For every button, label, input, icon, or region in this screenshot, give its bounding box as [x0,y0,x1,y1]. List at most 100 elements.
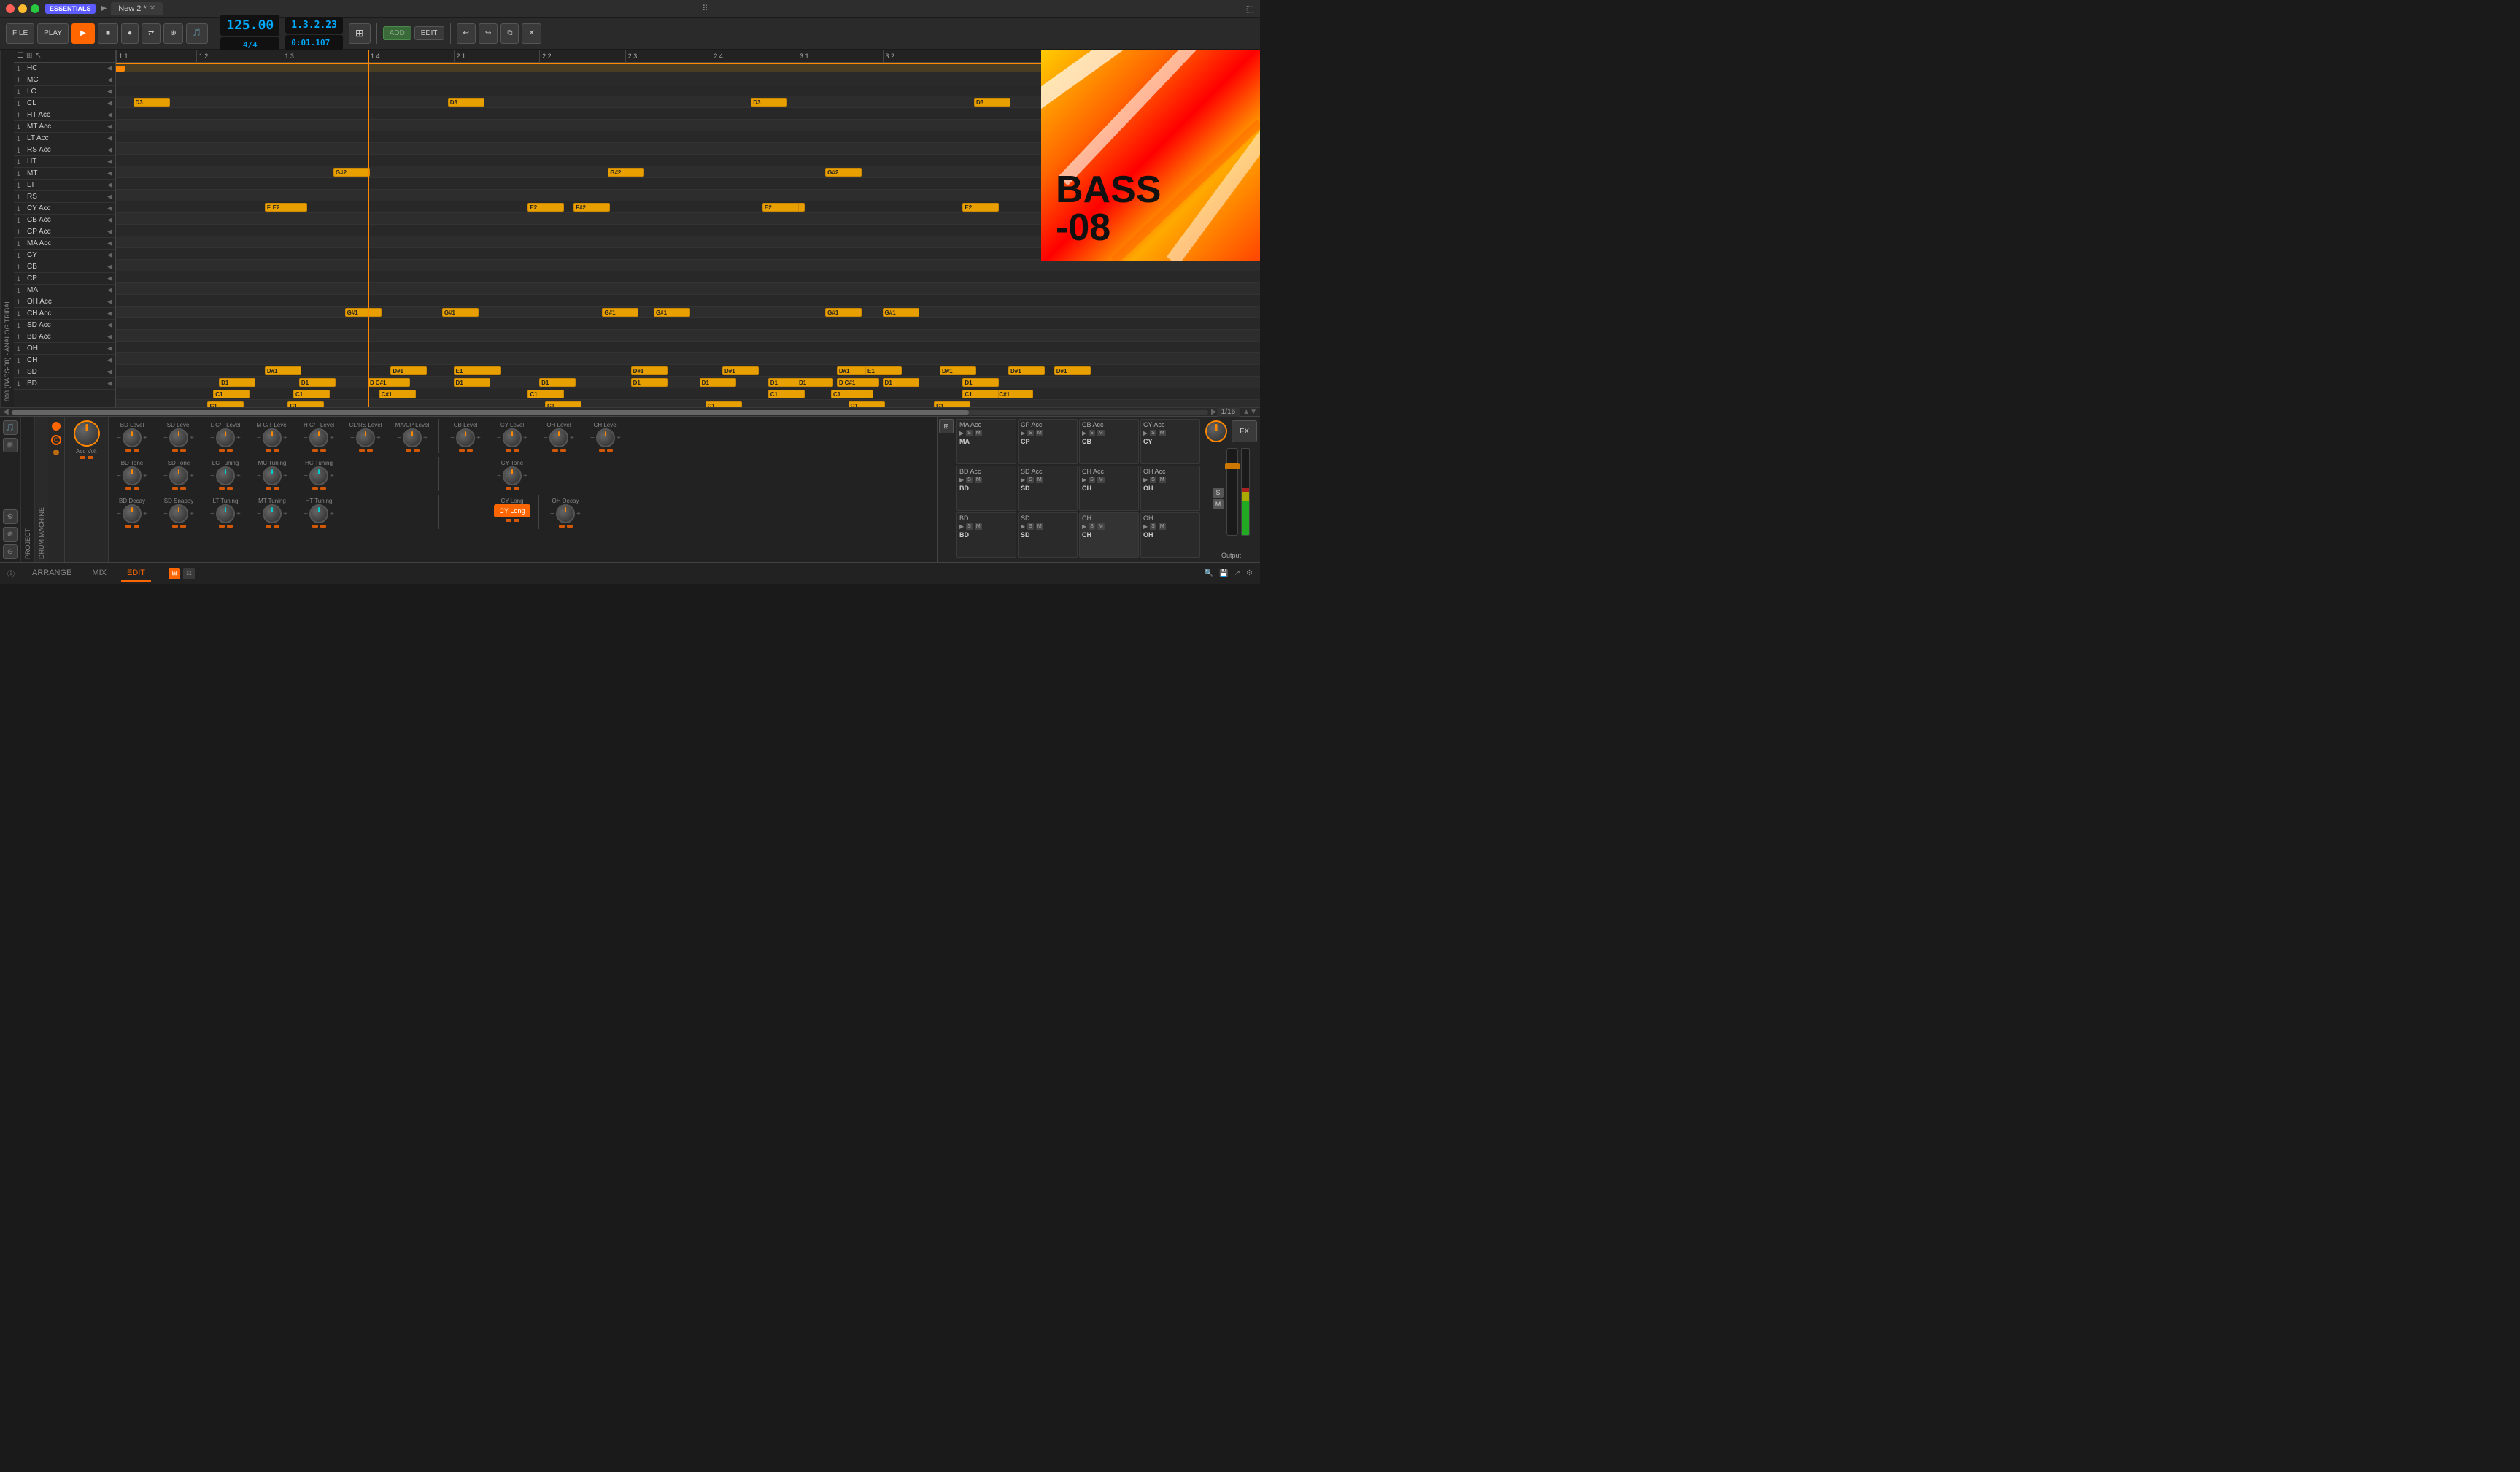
scroll-right-icon[interactable]: ▶ [1211,408,1217,416]
scrollbar-track[interactable] [12,410,1208,415]
bd-acc-m[interactable]: M [975,477,982,483]
mct-level-knob[interactable] [263,428,282,447]
note-block[interactable]: E2 [271,203,307,212]
ma-acc-play[interactable]: ▶ [959,430,964,436]
sd-m[interactable]: M [1036,523,1043,530]
info-icon[interactable]: ⓘ [7,568,15,579]
mt-tuning-knob[interactable] [263,504,282,523]
note-block[interactable]: G#1 [345,308,382,317]
play-button[interactable]: ▶ [71,23,95,44]
hct-level-knob[interactable] [309,428,328,447]
note-block[interactable]: C1 [527,390,564,398]
bd-acc-s[interactable]: S [966,477,973,483]
bpm-display[interactable]: 125.00 [220,15,279,36]
track-row-sd[interactable]: C1C1C#1C1C#1C1C1C#1C1 [116,388,1260,400]
cb-acc-m[interactable]: M [1097,430,1105,436]
quantize-down-icon[interactable]: ▼ [1250,408,1257,416]
note-block[interactable]: D#1 [631,366,668,375]
save-icon[interactable]: 💾 [1219,569,1228,577]
clrs-level-knob[interactable] [356,428,375,447]
settings-icon[interactable]: ⚙ [3,509,18,524]
delete-button[interactable]: ✕ [522,23,541,44]
sd-acc-m[interactable]: M [1036,477,1043,483]
oh-s[interactable]: S [1150,523,1156,530]
bd-play[interactable]: ▶ [959,523,964,530]
sd-tone-knob[interactable] [169,466,188,485]
file-button[interactable]: FILE [6,23,34,44]
fx-button[interactable]: FX [1232,420,1257,442]
oh-decay-knob[interactable] [556,504,575,523]
cb-acc-play[interactable]: ▶ [1082,430,1086,436]
active-tab[interactable]: New 2 * ✕ [111,2,163,15]
track-row-cp[interactable] [116,295,1260,307]
note-block[interactable]: G#1 [442,308,479,317]
power-button[interactable]: ⏻ [51,435,61,445]
note-block[interactable]: E1 [865,366,902,375]
note-block[interactable]: D#1 [265,366,301,375]
overdub-button[interactable]: ⊕ [163,23,182,44]
track-row-ma[interactable]: G#1G#1G#1G#1G#1G#1 [116,307,1260,318]
note-block[interactable]: D3 [751,98,787,107]
track-row-cb[interactable] [116,283,1260,295]
lct-level-knob[interactable] [216,428,235,447]
cy-long-button[interactable]: CY Long [494,504,531,517]
oh-m[interactable]: M [1159,523,1166,530]
browser-icon[interactable]: ⊞ [3,438,18,452]
lt-tuning-knob[interactable] [216,504,235,523]
note-block[interactable]: G#1 [602,308,638,317]
track-row-oh[interactable]: D#1D#1D#1E1D#1D#1D#1D#1D#1E1D#1 [116,365,1260,377]
track-row-ch-acc[interactable] [116,330,1260,342]
bd-m[interactable]: M [975,523,982,530]
cy-tone-knob[interactable] [503,466,522,485]
note-block[interactable]: G#2 [825,168,862,177]
bd-tone-knob[interactable] [123,466,142,485]
click-button[interactable]: 🎵 [186,23,208,44]
note-block[interactable]: D1 [299,378,336,387]
note-block[interactable]: D1 [219,378,255,387]
s-button[interactable]: S [1213,488,1224,498]
track-row-sd-acc[interactable] [116,342,1260,353]
quantize-up[interactable]: ⊞ [349,23,371,44]
sd-level-plus[interactable]: + [190,434,194,442]
piano-roll-area[interactable]: 1.1 1.2 1.3 1.4 2.1 2.2 2.3 2.4 3.1 3.2 … [116,50,1260,407]
play-label-button[interactable]: PLAY [37,23,69,44]
scrollbar-bottom[interactable]: ◀ ▶ 1/16 ▲ ▼ [0,407,1260,416]
note-block[interactable]: D#1 [1008,366,1045,375]
note-block[interactable]: E2 [962,203,999,212]
arrange-tab[interactable]: ARRANGE [26,566,77,582]
bd-s[interactable]: S [966,523,973,530]
oh-acc-m[interactable]: M [1159,477,1166,483]
stop-button[interactable]: ■ [98,23,118,44]
bd-level-plus[interactable]: + [143,434,147,442]
ch-m[interactable]: M [1097,523,1105,530]
ch-acc-m[interactable]: M [1097,477,1105,483]
record-button[interactable]: ● [121,23,139,44]
note-block[interactable]: C1 [934,401,970,407]
note-block[interactable]: C1 [207,401,244,407]
note-block[interactable]: D#1 [1054,366,1091,375]
track-grid-icon[interactable]: ⊞ [26,52,32,60]
note-block[interactable]: C1 [768,390,805,398]
note-block[interactable]: E2 [762,203,799,212]
note-block[interactable]: D3 [134,98,170,107]
edit-tab[interactable]: EDIT [121,566,151,582]
instrument-icon[interactable]: 🎵 [3,420,18,435]
cy-acc-m[interactable]: M [1159,430,1166,436]
output-fader[interactable] [1226,448,1238,536]
cb-level-knob[interactable] [456,428,475,447]
sd-level-minus[interactable]: − [163,434,168,442]
bd-level-minus[interactable]: − [117,434,121,442]
ch-level-knob[interactable] [596,428,615,447]
edit-button[interactable]: EDIT [414,26,444,40]
copy-button[interactable]: ⧉ [500,23,519,44]
sd-acc-play[interactable]: ▶ [1021,477,1025,483]
note-block[interactable]: D3 [974,98,1010,107]
note-block[interactable]: C1 [831,390,867,398]
note-block[interactable]: D#1 [940,366,976,375]
note-block[interactable]: C1 [293,390,330,398]
macp-level-knob[interactable] [403,428,422,447]
track-row-ma-acc[interactable] [116,260,1260,271]
note-block[interactable]: G#1 [883,308,919,317]
grid-quantize[interactable]: 1/16 [1217,406,1240,417]
ch-s[interactable]: S [1089,523,1095,530]
